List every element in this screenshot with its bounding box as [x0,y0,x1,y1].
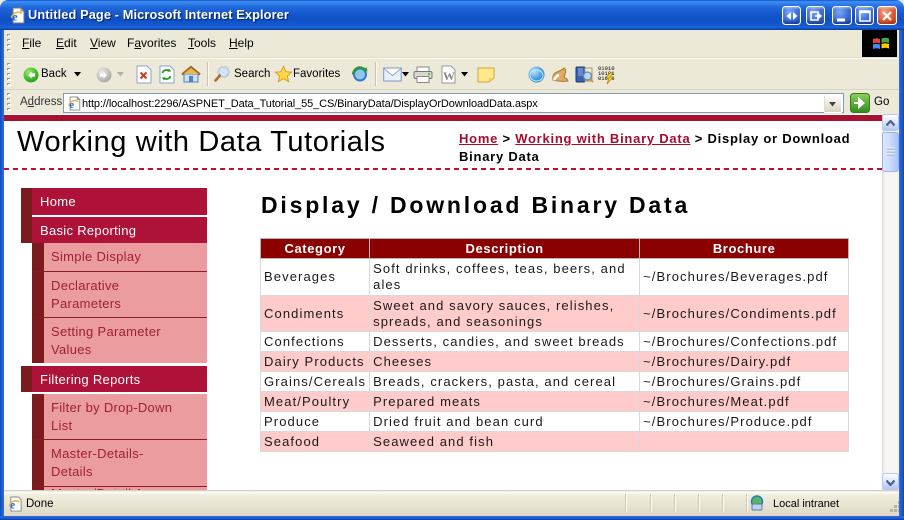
svg-text:W: W [443,69,455,83]
